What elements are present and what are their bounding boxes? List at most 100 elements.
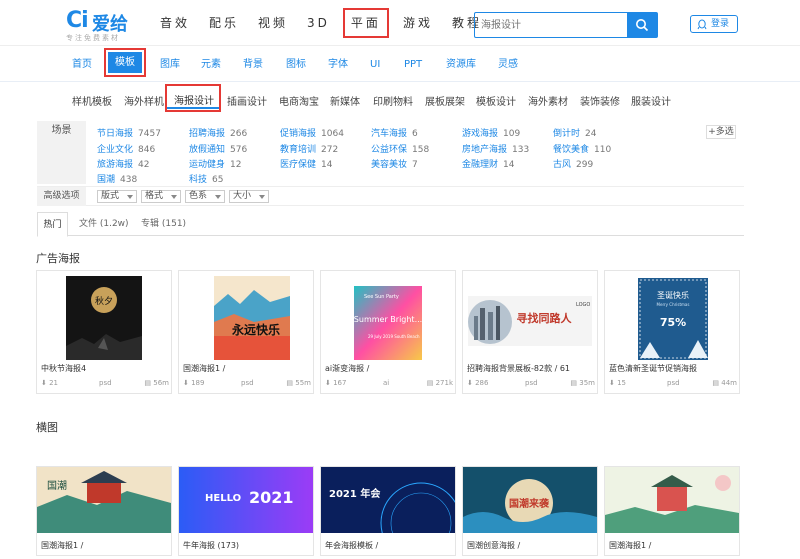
card-title: ai渐变海报 / [325, 364, 370, 373]
subnav-mockup[interactable]: 样机模板 [72, 93, 112, 108]
category-inspiration[interactable]: 灵感 [498, 56, 518, 74]
file-size: ▤ 35m [570, 379, 595, 387]
filter-tag[interactable]: 美容美妆 7 [371, 157, 418, 170]
landscape-card[interactable]: 2021 年会 年会海报模板 / [320, 466, 456, 556]
tab-files[interactable]: 文件 (1.2w) [79, 212, 129, 236]
filter-tag[interactable]: 公益环保 158 [371, 142, 429, 155]
format-dropdown[interactable]: 格式 [141, 190, 181, 203]
search-input[interactable] [475, 13, 628, 37]
landscape-card[interactable]: 国潮 国潮海报1 / [36, 466, 172, 556]
download-count: ⬇ 286 [467, 379, 489, 387]
card-title: 牛年海报 (173) [183, 541, 240, 550]
search-button[interactable] [627, 13, 657, 37]
filter-tag[interactable]: 倒计时 24 [553, 126, 596, 139]
subnav-active-underline [167, 107, 219, 109]
filter-tag[interactable]: 游戏海报 109 [462, 126, 520, 139]
filter-tag[interactable]: 放假通知 576 [189, 142, 247, 155]
scene-filter: 场景 节日海报 7457 招聘海报 266 促销海报 1064 汽车海报 6 游戏海报 1… [37, 121, 744, 185]
color-dropdown[interactable]: 色系 [185, 190, 225, 203]
category-elements[interactable]: 元素 [201, 56, 221, 74]
landscape-card[interactable]: 国潮海报1 / [604, 466, 740, 556]
main-nav-item-3d[interactable]: 3D [307, 10, 330, 36]
filter-tag[interactable]: 汽车海报 6 [371, 126, 418, 139]
site-logo[interactable]: Ci 爱给 专注免费素材 [66, 6, 146, 42]
sub-nav: 样机模板 海外样机 海报设计 插画设计 电商淘宝 新媒体 印刷物料 展板展架 模… [0, 84, 800, 114]
filter-tag[interactable]: 招聘海报 266 [189, 126, 247, 139]
main-nav-item-graphic[interactable]: 平面 [342, 8, 389, 38]
poster-card[interactable]: 寻找同路人 LOGO 招聘海报背景展板-82款 / 61 ⬇ 286 psd ▤… [462, 270, 598, 394]
subnav-display-boards[interactable]: 展板展架 [425, 93, 465, 108]
category-ppt[interactable]: PPT [404, 56, 422, 74]
filter-tag[interactable]: 古风 299 [553, 157, 593, 170]
subnav-print[interactable]: 印刷物料 [373, 93, 413, 108]
download-count: ⬇ 167 [325, 379, 347, 387]
subnav-illustration[interactable]: 插画设计 [227, 93, 267, 108]
filter-tag[interactable]: 医疗保健 14 [280, 157, 332, 170]
subnav-fashion[interactable]: 服装设计 [631, 93, 671, 108]
logo-mark: Ci [66, 8, 89, 33]
result-tabs: 热门 文件 (1.2w) 专辑 (151) [37, 212, 744, 237]
filter-tag[interactable]: 运动健身 12 [189, 157, 241, 170]
category-background[interactable]: 背景 [243, 56, 263, 74]
landscape-card[interactable]: HELLO 2021 牛年海报 (173) [178, 466, 314, 556]
subnav-overseas-material[interactable]: 海外素材 [528, 93, 568, 108]
category-fonts[interactable]: 字体 [328, 56, 348, 74]
filter-tag[interactable]: 促销海报 1064 [280, 126, 344, 139]
filter-tag[interactable]: 企业文化 846 [97, 142, 155, 155]
landscape-thumbnail: 2021 年会 [321, 467, 455, 533]
search-box [474, 12, 658, 38]
subnav-new-media[interactable]: 新媒体 [330, 93, 360, 108]
landscape-thumbnail: 国潮来袭 [463, 467, 597, 533]
subnav-overseas-mockup[interactable]: 海外样机 [124, 93, 164, 108]
filter-tag[interactable]: 金融理财 14 [462, 157, 514, 170]
filter-label: 场景 [37, 121, 86, 184]
card-title: 国潮创意海报 / [467, 541, 521, 550]
main-nav-item-audio[interactable]: 音效 [160, 10, 190, 36]
poster-thumbnail: 永远快乐 [184, 276, 308, 360]
filter-tag[interactable]: 科技 65 [189, 172, 223, 185]
category-home[interactable]: 首页 [72, 56, 92, 74]
poster-card[interactable]: 秋夕 中秋节海报4 ⬇ 21 psd ▤ 56m [36, 270, 172, 394]
category-ui[interactable]: UI [370, 56, 380, 74]
poster-card[interactable]: 永远快乐 国潮海报1 / ⬇ 189 psd ▤ 55m [178, 270, 314, 394]
category-icons[interactable]: 图标 [286, 56, 306, 74]
multi-select-button[interactable]: +多选 [706, 125, 736, 139]
category-template[interactable]: 模板 [108, 52, 142, 73]
filter-tag[interactable]: 房地产海报 133 [462, 142, 529, 155]
filter-tag[interactable]: 节日海报 7457 [97, 126, 161, 139]
poster-thumbnail: See Sun Party Summer Bright... 29 July 2… [326, 276, 450, 360]
file-format: ai [383, 379, 390, 387]
svg-text:2021 年会: 2021 年会 [329, 487, 380, 500]
main-nav-item-game[interactable]: 游戏 [403, 10, 433, 36]
svg-text:Summer Bright...: Summer Bright... [354, 315, 422, 324]
poster-card[interactable]: See Sun Party Summer Bright... 29 July 2… [320, 270, 456, 394]
file-format: psd [667, 379, 680, 387]
tab-albums[interactable]: 专辑 (151) [141, 212, 186, 236]
category-gallery[interactable]: 图库 [160, 56, 180, 74]
login-button[interactable]: 登录 [690, 15, 738, 33]
card-title: 蓝色清新圣诞节促销海报 [609, 364, 697, 373]
main-nav-item-music[interactable]: 配乐 [209, 10, 239, 36]
layout-dropdown[interactable]: 版式 [97, 190, 137, 203]
svg-text:寻找同路人: 寻找同路人 [517, 311, 573, 325]
file-size: ▤ 55m [286, 379, 311, 387]
subnav-ecommerce[interactable]: 电商淘宝 [279, 93, 319, 108]
svg-text:LOGO: LOGO [576, 302, 590, 308]
subnav-template-design[interactable]: 模板设计 [476, 93, 516, 108]
filter-tag[interactable]: 旅游海报 42 [97, 157, 149, 170]
category-resources[interactable]: 资源库 [446, 56, 476, 74]
poster-card[interactable]: 圣诞快乐 Merry Christmas 75% 蓝色清新圣诞节促销海报 ⬇ 1… [604, 270, 740, 394]
filter-tag[interactable]: 教育培训 272 [280, 142, 338, 155]
card-title: 年会海报模板 / [325, 541, 379, 550]
svg-text:国潮: 国潮 [47, 479, 67, 492]
login-label: 登录 [711, 19, 730, 29]
landscape-card[interactable]: 国潮来袭 国潮创意海报 / [462, 466, 598, 556]
landscape-thumbnail: HELLO 2021 [179, 467, 313, 533]
filter-tag[interactable]: 国潮 438 [97, 172, 137, 185]
filter-tag[interactable]: 餐饮美食 110 [553, 142, 611, 155]
size-dropdown[interactable]: 大小 [229, 190, 269, 203]
subnav-decoration[interactable]: 装饰装修 [580, 93, 620, 108]
main-nav-item-video[interactable]: 视频 [258, 10, 288, 36]
tab-hot[interactable]: 热门 [37, 212, 68, 237]
subnav-poster-design[interactable]: 海报设计 [174, 92, 214, 107]
